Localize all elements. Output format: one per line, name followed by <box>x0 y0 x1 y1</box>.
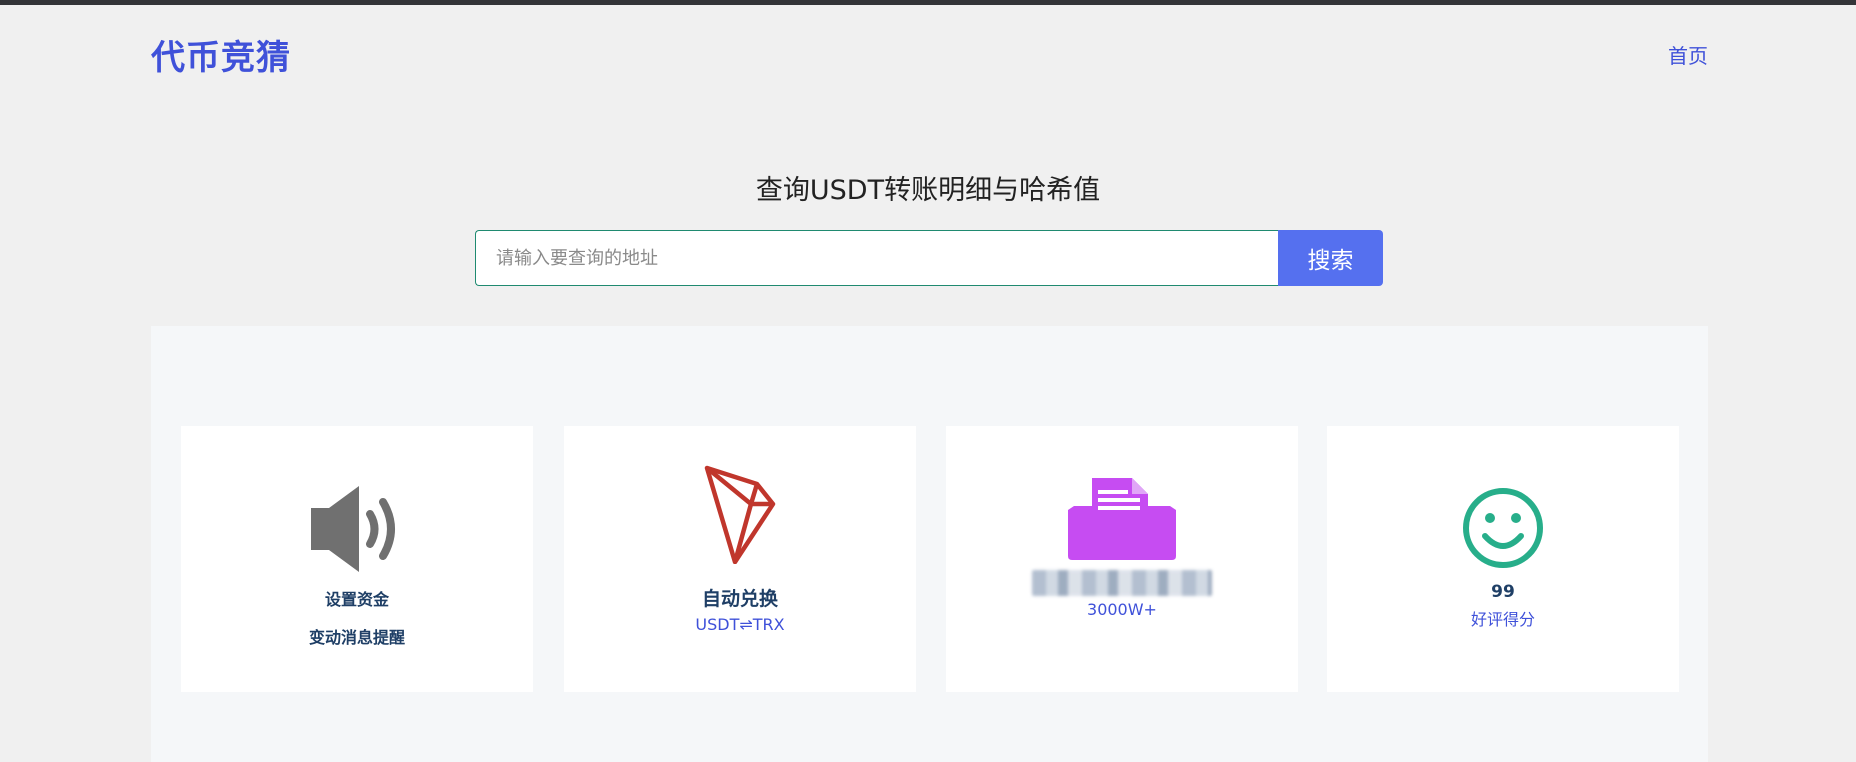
feature-card-rating: 99 好评得分 <box>1327 426 1679 692</box>
nav-home-link[interactable]: 首页 <box>1668 40 1708 69</box>
feature-subtitle: USDT⇌TRX <box>695 615 785 634</box>
feature-card-exchange: 自动兑换 USDT⇌TRX <box>564 426 916 692</box>
speaker-icon <box>311 486 395 572</box>
smiley-icon <box>1463 488 1543 568</box>
feature-card-volume: 3000W+ <box>946 426 1298 692</box>
site-logo[interactable]: 代币竞猜 <box>151 30 291 79</box>
feature-subtitle: 3000W+ <box>1087 600 1157 619</box>
page-title: 查询USDT转账明细与哈希值 <box>755 175 1101 206</box>
feature-label-line2: 变动消息提醒 <box>308 628 405 647</box>
rating-value: 99 <box>1491 582 1515 602</box>
search-button[interactable]: 搜索 <box>1278 230 1383 286</box>
feature-title: 自动兑换 <box>701 588 778 610</box>
feature-label-line1: 设置资金 <box>324 590 389 609</box>
blurred-label <box>1032 570 1212 596</box>
tron-icon <box>704 465 776 564</box>
features-panel: 设置资金 变动消息提醒 自动兑换 USDT⇌TRX 3000W+ 99 好评得分 <box>151 326 1708 762</box>
address-search-input[interactable] <box>475 230 1278 286</box>
search-bar: 搜索 <box>475 230 1383 286</box>
top-bar <box>0 0 1856 5</box>
printer-icon <box>1068 478 1176 560</box>
feature-card-alerts: 设置资金 变动消息提醒 <box>181 426 533 692</box>
rating-label: 好评得分 <box>1470 610 1535 629</box>
